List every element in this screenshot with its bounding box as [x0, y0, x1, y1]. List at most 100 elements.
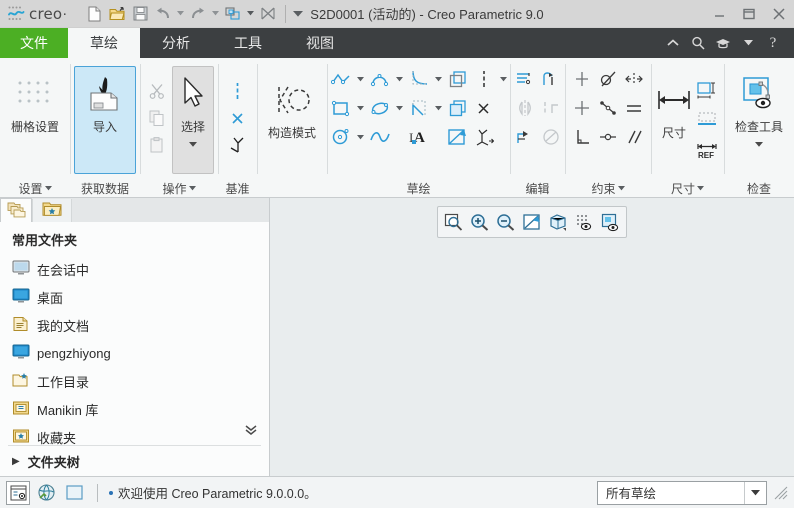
menu-item-analysis[interactable]: 分析: [140, 28, 212, 58]
display-style-button[interactable]: [546, 210, 570, 234]
coordinate-system-button[interactable]: [225, 134, 251, 160]
open-file-button[interactable]: [106, 3, 128, 25]
resize-grip-icon[interactable]: [774, 486, 788, 500]
graphics-window[interactable]: [270, 198, 794, 476]
select-dropdown-icon[interactable]: [189, 136, 197, 150]
ellipse-dropdown-icon[interactable]: [393, 95, 406, 121]
new-file-button[interactable]: [83, 3, 105, 25]
centerline-button[interactable]: [225, 80, 251, 106]
thicken-button[interactable]: [445, 95, 471, 121]
corner-trim-button[interactable]: [538, 66, 564, 92]
undo-button[interactable]: [152, 3, 174, 25]
reference-dimension-button[interactable]: REF: [694, 137, 720, 163]
minimize-button[interactable]: [704, 0, 734, 28]
undo-dropdown-icon[interactable]: [175, 3, 186, 25]
baseline-dimension-button[interactable]: [694, 107, 720, 133]
sidebar-item-in-session[interactable]: 在会话中: [0, 255, 269, 283]
refit-button[interactable]: [520, 210, 544, 234]
rotate-resize-button[interactable]: [512, 124, 538, 150]
rectangle-button[interactable]: [328, 95, 354, 121]
title-dropdown-icon[interactable]: [293, 10, 304, 17]
horizontal-constraint-button[interactable]: [569, 95, 595, 121]
chamfer-dropdown-icon[interactable]: [432, 95, 445, 121]
rectangle-dropdown-icon[interactable]: [354, 95, 367, 121]
construction-line-button[interactable]: [471, 66, 497, 92]
selection-filter-select[interactable]: 所有草绘: [597, 480, 767, 505]
regenerate-button[interactable]: [222, 3, 244, 25]
maximize-button[interactable]: [734, 0, 764, 28]
annotation-display-button[interactable]: [598, 210, 622, 234]
trim-button[interactable]: [538, 124, 564, 150]
mirror-button[interactable]: [512, 95, 538, 121]
grid-settings-button[interactable]: 栅格设置: [4, 66, 66, 174]
zoom-in-button[interactable]: [468, 210, 492, 234]
divide-button[interactable]: [538, 95, 564, 121]
browser-toggle-button[interactable]: [34, 481, 58, 505]
datum-display-button[interactable]: [572, 210, 596, 234]
midpoint-constraint-button[interactable]: [595, 95, 621, 121]
menu-item-view[interactable]: 视图: [284, 28, 356, 58]
close-window-button[interactable]: [257, 3, 279, 25]
perimeter-dimension-button[interactable]: [694, 77, 720, 103]
favorites-tab[interactable]: [32, 199, 72, 222]
coordinate-offset-button[interactable]: [471, 124, 497, 150]
point-button[interactable]: [225, 107, 251, 133]
modify-button[interactable]: [512, 66, 538, 92]
offset-button[interactable]: [445, 66, 471, 92]
inspect-tool-dropdown-icon[interactable]: [755, 136, 763, 150]
vertical-constraint-button[interactable]: [569, 66, 595, 92]
ribbon-group-operations-label[interactable]: 操作: [140, 178, 218, 198]
ribbon-group-constrain-label[interactable]: 约束: [565, 178, 651, 198]
learning-dropdown-icon[interactable]: [737, 31, 759, 55]
zoom-box-button[interactable]: [442, 210, 466, 234]
circle-dropdown-icon[interactable]: [354, 124, 367, 150]
paste-button[interactable]: [144, 134, 170, 160]
graphics-window-toggle-button[interactable]: [62, 481, 86, 505]
chamfer-button[interactable]: [406, 95, 432, 121]
ribbon-group-dimension-label[interactable]: 尺寸: [651, 178, 724, 198]
folder-tree-toggle[interactable]: ▶ 文件夹树: [0, 446, 269, 476]
sidebar-item-desktop[interactable]: 桌面: [0, 283, 269, 311]
dimension-button[interactable]: 尺寸: [655, 72, 693, 168]
ellipse-button[interactable]: [367, 95, 393, 121]
fillet-button[interactable]: [406, 66, 432, 92]
sidebar-item-pengzhiyong[interactable]: pengzhiyong: [0, 339, 269, 367]
menu-item-sketch[interactable]: 草绘: [68, 28, 140, 58]
construction-mode-button[interactable]: 构造模式: [261, 72, 323, 168]
arc-dropdown-icon[interactable]: [393, 66, 406, 92]
ribbon-group-setup-label[interactable]: 设置: [0, 178, 70, 198]
menu-item-file[interactable]: 文件: [0, 28, 68, 58]
redo-button[interactable]: [187, 3, 209, 25]
tangent-constraint-button[interactable]: [595, 66, 621, 92]
arc-button[interactable]: [367, 66, 393, 92]
circle-button[interactable]: [328, 124, 354, 150]
construction-line-dropdown-icon[interactable]: [497, 66, 510, 92]
close-button[interactable]: [764, 0, 794, 28]
cut-button[interactable]: [144, 80, 170, 106]
zoom-out-button[interactable]: [494, 210, 518, 234]
save-button[interactable]: [129, 3, 151, 25]
import-button[interactable]: 导入: [74, 65, 136, 174]
equal-constraint-button[interactable]: [621, 95, 647, 121]
chevron-up-icon[interactable]: [662, 31, 684, 55]
question-mark-icon[interactable]: ?: [762, 31, 784, 55]
redo-dropdown-icon[interactable]: [210, 3, 221, 25]
delete-segment-button[interactable]: [471, 95, 497, 121]
model-tree-tab[interactable]: [0, 198, 32, 222]
chevron-down-icon[interactable]: [744, 481, 766, 504]
search-icon[interactable]: [687, 31, 709, 55]
graduation-cap-icon[interactable]: [712, 31, 734, 55]
double-chevron-down-icon[interactable]: [245, 424, 257, 439]
sidebar-item-my-documents[interactable]: 我的文档: [0, 311, 269, 339]
sidebar-item-working-directory[interactable]: 工作目录: [0, 367, 269, 395]
sidebar-item-manikin-library[interactable]: Manikin 库: [0, 395, 269, 423]
parallel-constraint-button[interactable]: [621, 124, 647, 150]
select-button[interactable]: 选择: [172, 65, 214, 174]
fillet-dropdown-icon[interactable]: [432, 66, 445, 92]
spline-button[interactable]: [367, 124, 393, 150]
line-chain-dropdown-icon[interactable]: [354, 66, 367, 92]
model-tree-toggle-button[interactable]: [6, 480, 30, 505]
symmetric-constraint-button[interactable]: [621, 66, 647, 92]
text-button[interactable]: I A: [406, 124, 432, 150]
project-button[interactable]: [445, 124, 471, 150]
